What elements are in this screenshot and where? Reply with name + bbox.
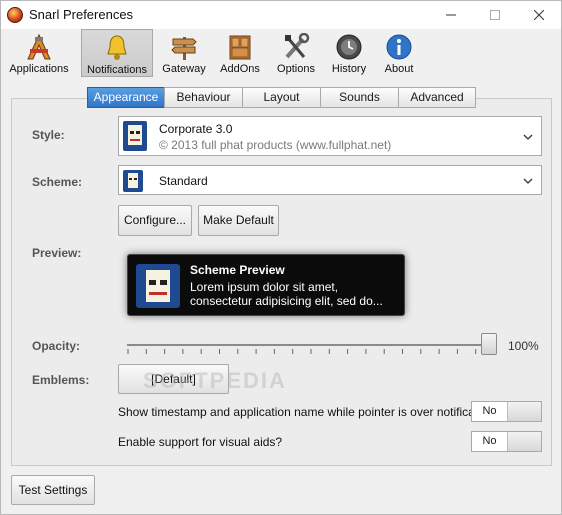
make-default-button[interactable]: Make Default xyxy=(198,205,279,236)
style-label: Style: xyxy=(32,128,65,142)
softpedia-watermark: SOFTPEDIA xyxy=(143,368,287,393)
preview-avatar xyxy=(136,264,180,308)
option-timestamp-toggle[interactable]: No xyxy=(471,401,542,422)
toggle-value: No xyxy=(472,402,508,421)
minimize-icon xyxy=(446,14,456,16)
tab-advanced[interactable]: Advanced xyxy=(398,87,476,108)
scheme-preview-icon xyxy=(123,170,143,192)
tab-layout[interactable]: Layout xyxy=(242,87,321,108)
scheme-dropdown[interactable]: Standard xyxy=(118,165,542,195)
chevron-down-icon xyxy=(523,178,533,184)
opacity-value: 100% xyxy=(508,339,539,353)
toolbar-label: AddOns xyxy=(220,63,260,75)
info-icon xyxy=(386,34,412,60)
maximize-icon xyxy=(490,10,500,20)
option-visual-aids-toggle[interactable]: No xyxy=(471,431,542,452)
style-copyright: © 2013 full phat products (www.fullphat.… xyxy=(159,138,392,152)
notification-preview: Scheme Preview Lorem ipsum dolor sit ame… xyxy=(127,254,405,316)
opacity-slider-thumb[interactable] xyxy=(481,333,497,355)
opacity-label: Opacity: xyxy=(32,339,81,353)
cabinet-icon xyxy=(229,35,251,60)
configure-button[interactable]: Configure... xyxy=(118,205,192,236)
toolbar-label: About xyxy=(384,63,414,75)
toolbar-label: Applications xyxy=(9,63,69,75)
chevron-down-icon xyxy=(523,134,533,140)
toolbar-notifications[interactable]: Notifications xyxy=(81,29,153,77)
window-title: Snarl Preferences xyxy=(29,7,134,22)
close-button[interactable] xyxy=(517,1,561,29)
preview-text: Lorem ipsum dolor sit amet, consectetur … xyxy=(190,280,383,308)
toolbar-label: History xyxy=(331,63,367,75)
close-icon xyxy=(534,10,544,20)
option-visual-aids-label: Enable support for visual aids? xyxy=(118,435,283,449)
applications-icon xyxy=(27,33,51,60)
preview-title: Scheme Preview xyxy=(190,263,285,277)
toolbar-applications[interactable]: Applications xyxy=(4,29,74,77)
tab-appearance[interactable]: Appearance xyxy=(87,87,165,108)
toolbar: Applications Notifications Gateway AddOn… xyxy=(1,29,561,77)
test-settings-button[interactable]: Test Settings xyxy=(11,475,95,505)
tab-sounds[interactable]: Sounds xyxy=(320,87,399,108)
scheme-label: Scheme: xyxy=(32,175,83,189)
history-icon xyxy=(336,34,362,60)
scheme-value: Standard xyxy=(159,174,208,188)
maximize-button[interactable] xyxy=(473,1,517,29)
snarl-app-icon xyxy=(7,7,23,23)
toolbar-label: Gateway xyxy=(162,63,206,75)
preview-label: Preview: xyxy=(32,246,82,260)
bell-icon xyxy=(107,35,127,60)
title-bar: Snarl Preferences xyxy=(1,1,561,29)
toolbar-about[interactable]: About xyxy=(364,29,434,77)
toggle-handle xyxy=(508,402,541,421)
tab-strip: Appearance Behaviour Layout Sounds Advan… xyxy=(87,87,476,108)
toolbar-label: Options xyxy=(277,63,315,75)
tools-icon xyxy=(285,33,310,59)
preferences-window: Snarl Preferences Applications Notificat… xyxy=(0,0,562,515)
style-dropdown[interactable]: Corporate 3.0 © 2013 full phat products … xyxy=(118,116,542,156)
opacity-slider-track[interactable] xyxy=(127,341,495,349)
minimize-button[interactable] xyxy=(429,1,473,29)
style-preview-icon xyxy=(123,121,147,151)
opacity-slider-ticks xyxy=(127,349,495,354)
emblems-label: Emblems: xyxy=(32,373,90,387)
style-name: Corporate 3.0 xyxy=(159,122,233,136)
toggle-value: No xyxy=(472,432,508,451)
tab-behaviour[interactable]: Behaviour xyxy=(164,87,243,108)
toolbar-label: Notifications xyxy=(87,64,147,76)
toggle-handle xyxy=(508,432,541,451)
option-timestamp-label: Show timestamp and application name whil… xyxy=(118,405,501,419)
signpost-icon xyxy=(171,37,197,60)
